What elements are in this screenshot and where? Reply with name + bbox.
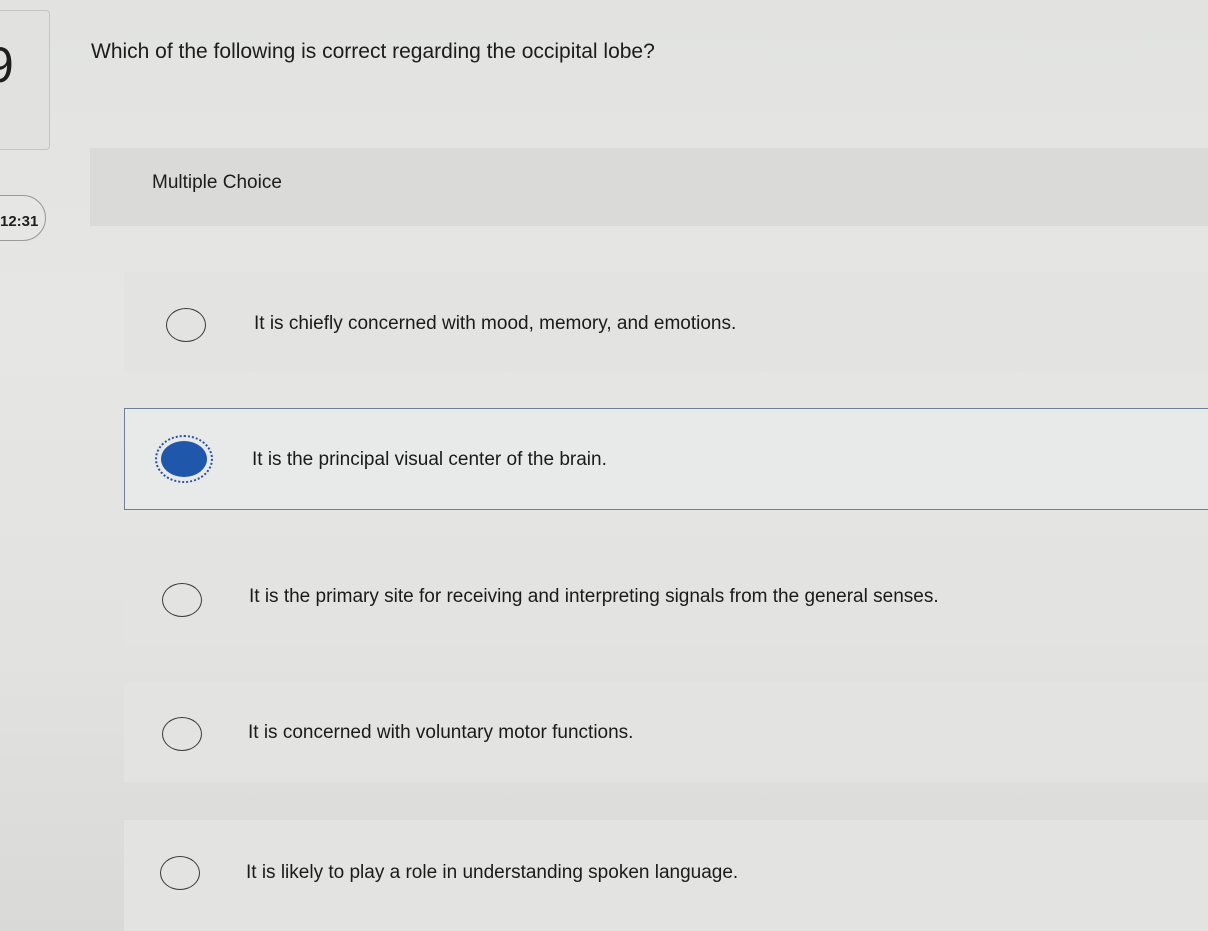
answer-option-2[interactable]: It is the principal visual center of the…: [124, 408, 1208, 510]
answer-option-3[interactable]: It is the primary site for receiving and…: [124, 546, 1208, 646]
question-number: 9: [0, 40, 14, 90]
answer-option-5[interactable]: It is likely to play a role in understan…: [124, 820, 1208, 931]
answer-option-label: It is concerned with voluntary motor fun…: [248, 722, 634, 743]
timer-text: 12:31: [0, 213, 39, 230]
question-type-label: Multiple Choice: [152, 172, 282, 193]
answer-option-1[interactable]: It is chiefly concerned with mood, memor…: [124, 272, 1208, 372]
answer-option-label: It is likely to play a role in understan…: [246, 862, 739, 883]
answer-option-label: It is chiefly concerned with mood, memor…: [254, 313, 737, 334]
radio-button[interactable]: [162, 717, 202, 751]
radio-button[interactable]: [162, 583, 202, 617]
radio-button[interactable]: [166, 308, 206, 342]
answer-option-4[interactable]: It is concerned with voluntary motor fun…: [124, 682, 1208, 782]
radio-button[interactable]: [160, 856, 200, 890]
radio-button-selected[interactable]: [155, 435, 213, 483]
answer-option-label: It is the principal visual center of the…: [252, 449, 607, 470]
answer-option-label: It is the primary site for receiving and…: [249, 586, 939, 607]
question-text: Which of the following is correct regard…: [91, 40, 655, 63]
